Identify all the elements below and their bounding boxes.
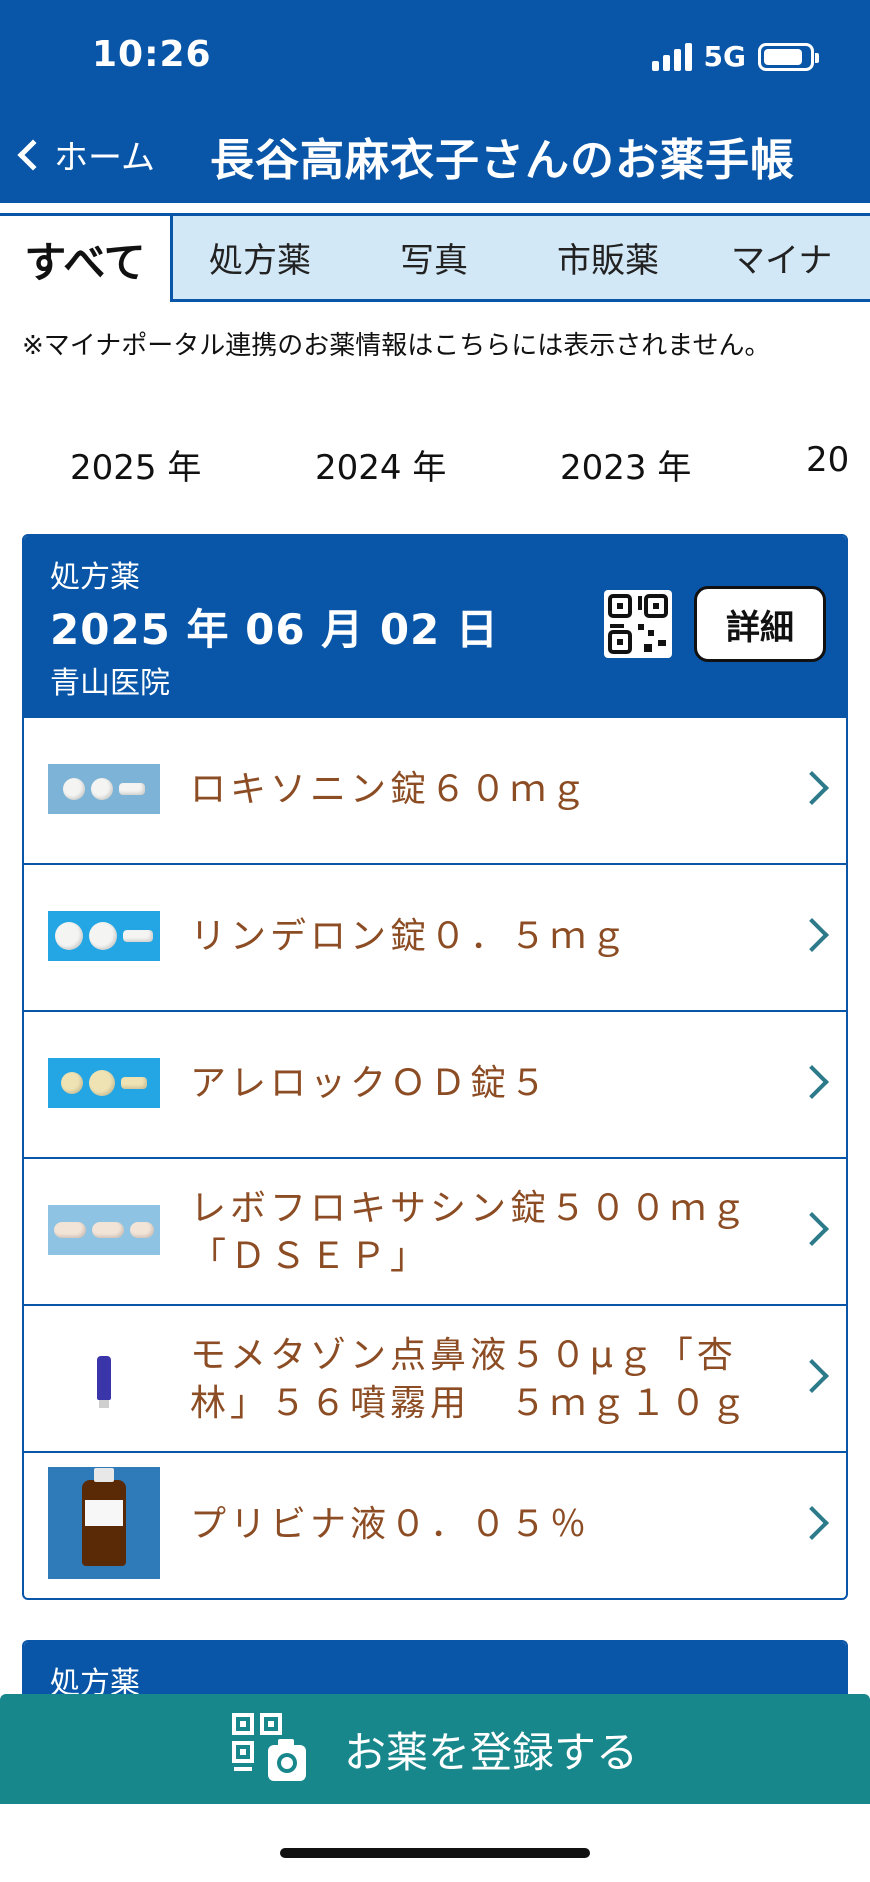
chevron-right-icon — [795, 1506, 829, 1540]
medicine-row[interactable]: ロキソニン錠６０ｍｇ — [24, 716, 846, 863]
tab-otc[interactable]: 市販薬 — [521, 216, 695, 299]
medicine-name: レボフロキサシン錠５００ｍｇ「ＤＳＥＰ」 — [190, 1188, 751, 1277]
status-time: 10:26 — [92, 34, 212, 75]
medicine-photo — [48, 1467, 160, 1579]
medicine-name: プリビナ液０．０５％ — [190, 1504, 591, 1545]
chevron-right-icon — [795, 1065, 829, 1099]
signal-icon — [651, 42, 692, 71]
status-indicators: 5G — [651, 40, 819, 73]
notice-text: ※マイナポータル連携のお薬情報はこちらには表示されません。 — [22, 331, 771, 361]
back-label: ホーム — [54, 138, 155, 178]
medicine-name: ロキソニン錠６０ｍｇ — [190, 769, 591, 810]
medicine-row[interactable]: リンデロン錠０．５ｍｇ — [24, 863, 846, 1010]
card-clinic: 青山医院 — [50, 666, 170, 701]
chevron-right-icon — [795, 771, 829, 805]
medicine-row[interactable]: アレロックＯＤ錠５ — [24, 1010, 846, 1157]
medicine-photo — [48, 911, 160, 961]
card-date: 2025 年 06 月 02 日 — [50, 605, 499, 654]
back-button[interactable]: ホーム — [14, 130, 155, 179]
prescription-card: 処方薬 2025 年 06 月 02 日 青山医院 詳細 ロキソニン錠６０ｍｇ … — [22, 534, 848, 1600]
year-more[interactable]: 20 — [806, 440, 849, 480]
year-2025[interactable]: 2025 年 — [70, 440, 201, 489]
register-label: お薬を登録する — [343, 1727, 638, 1777]
medicine-name: リンデロン錠０．５ｍｇ — [190, 916, 631, 957]
battery-icon — [758, 42, 819, 71]
chevron-right-icon — [795, 918, 829, 952]
register-medicine-button[interactable]: お薬を登録する — [0, 1694, 870, 1804]
medicine-photo — [48, 1205, 160, 1255]
qr-code-icon[interactable] — [604, 590, 672, 658]
tab-myna[interactable]: マイナ — [695, 216, 870, 299]
year-2023[interactable]: 2023 年 — [560, 440, 691, 489]
medicine-row[interactable]: レボフロキサシン錠５００ｍｇ「ＤＳＥＰ」 — [24, 1157, 846, 1304]
medicine-name: アレロックＯＤ錠５ — [190, 1063, 551, 1104]
chevron-right-icon — [795, 1212, 829, 1246]
medicine-row[interactable]: モメタゾン点鼻液５０μｇ「杏林」５６噴霧用 ５ｍｇ１０ｇ — [24, 1304, 846, 1451]
tab-photo[interactable]: 写真 — [347, 216, 521, 299]
app-header: 10:26 5G ホーム 長谷高麻衣子さんのお薬手帳 — [0, 0, 870, 203]
medicine-photo — [48, 764, 160, 814]
tab-prescription[interactable]: 処方薬 — [173, 216, 347, 299]
medicine-row[interactable]: プリビナ液０．０５％ — [24, 1451, 846, 1598]
year-selector: 2025 年 2024 年 2023 年 20 — [0, 440, 870, 490]
year-2024[interactable]: 2024 年 — [315, 440, 446, 489]
home-indicator — [280, 1848, 590, 1858]
network-label: 5G — [703, 40, 746, 73]
card-type: 処方薬 — [50, 560, 140, 595]
camera-icon — [231, 1713, 322, 1785]
tab-bar: すべて 処方薬 写真 市販薬 マイナ — [0, 213, 870, 302]
detail-button[interactable]: 詳細 — [694, 586, 826, 662]
medicine-photo — [48, 1328, 160, 1428]
tab-all[interactable]: すべて — [0, 216, 173, 302]
page-title: 長谷高麻衣子さんのお薬手帳 — [210, 135, 795, 186]
card-header: 処方薬 2025 年 06 月 02 日 青山医院 詳細 — [24, 536, 846, 716]
medicine-name: モメタゾン点鼻液５０μｇ「杏林」５６噴霧用 ５ｍｇ１０ｇ — [190, 1335, 751, 1424]
medicine-photo — [48, 1058, 160, 1108]
chevron-right-icon — [795, 1359, 829, 1393]
chevron-left-icon — [17, 138, 49, 171]
